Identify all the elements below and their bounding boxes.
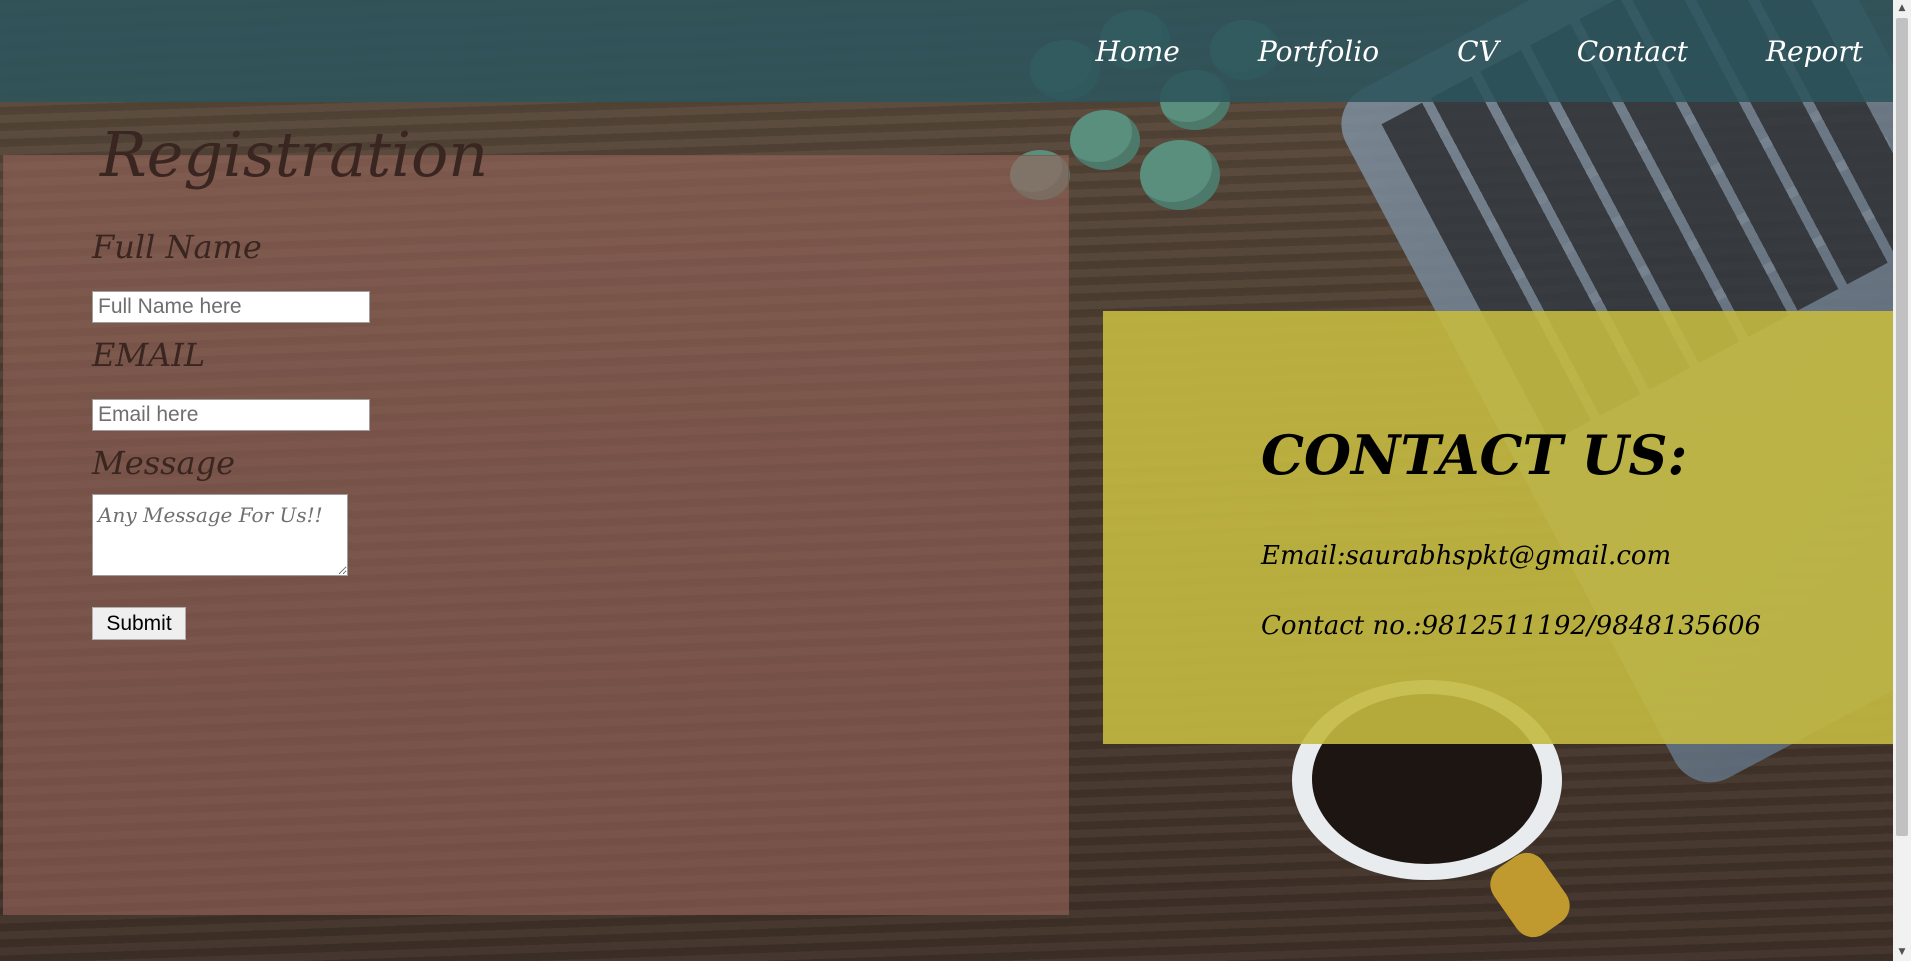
- contact-phone: Contact no.:9812511192/9848135606: [1261, 611, 1762, 641]
- registration-title: Registration: [100, 118, 489, 191]
- nav-home-link[interactable]: Home: [1095, 35, 1179, 68]
- page-background: Home Portfolio CV Contact Report Registr…: [0, 0, 1911, 961]
- scroll-thumb[interactable]: [1896, 18, 1908, 836]
- contact-title: CONTACT US:: [1261, 423, 1688, 487]
- email-label: EMAIL: [92, 336, 206, 374]
- contact-panel: CONTACT US: Email:saurabhspkt@gmail.com …: [1103, 311, 1893, 744]
- site-header: Home Portfolio CV Contact Report: [0, 0, 1893, 102]
- nav-report-link[interactable]: Report: [1766, 35, 1863, 68]
- page-scrollbar[interactable]: ▲ ▼: [1893, 0, 1911, 961]
- scroll-up-icon[interactable]: ▲: [1893, 0, 1911, 17]
- message-label: Message: [92, 444, 236, 482]
- full-name-label: Full Name: [92, 228, 262, 266]
- nav-portfolio-link[interactable]: Portfolio: [1258, 35, 1379, 68]
- contact-email: Email:saurabhspkt@gmail.com: [1261, 541, 1672, 571]
- main-nav: Home Portfolio CV Contact Report: [1017, 0, 1863, 102]
- scroll-down-icon[interactable]: ▼: [1893, 944, 1911, 961]
- submit-button[interactable]: Submit: [92, 607, 186, 640]
- nav-contact-link[interactable]: Contact: [1577, 35, 1688, 68]
- message-textarea[interactable]: [92, 494, 348, 576]
- nav-cv-link[interactable]: CV: [1457, 35, 1499, 68]
- email-input[interactable]: [92, 399, 370, 431]
- full-name-input[interactable]: [92, 291, 370, 323]
